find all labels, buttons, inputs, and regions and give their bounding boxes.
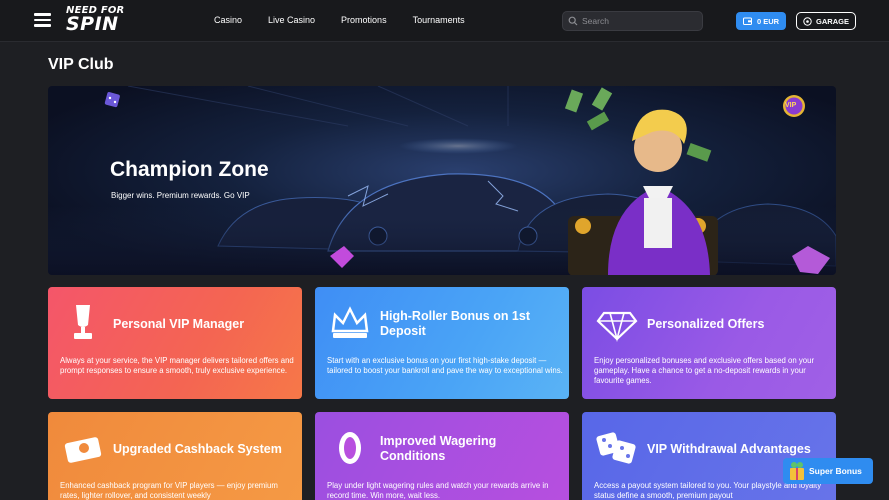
main-nav: Casino Live Casino Promotions Tournament… [214, 15, 465, 25]
card-title: Upgraded Cashback System [113, 442, 282, 456]
nav-casino[interactable]: Casino [214, 15, 242, 25]
banner-subtitle: Bigger wins. Premium rewards. Go VIP [111, 191, 250, 200]
nav-tournaments[interactable]: Tournaments [413, 15, 465, 25]
card-description: Start with an exclusive bonus on your fi… [327, 356, 563, 375]
super-bonus-label: Super Bonus [809, 466, 862, 476]
gift-icon [790, 462, 804, 480]
card-description: Enhanced cashback program for VIP player… [60, 481, 278, 500]
card-title: VIP Withdrawal Advantages [647, 442, 811, 456]
crown-icon [331, 306, 369, 338]
wallet-icon [742, 17, 752, 25]
search-icon [568, 16, 578, 26]
card-title: High-Roller Bonus on 1st Deposit [380, 309, 530, 338]
top-header: NEED FOR SPIN Casino Live Casino Promoti… [0, 0, 889, 42]
garage-icon [803, 16, 812, 26]
banner-title: Champion Zone [110, 158, 269, 181]
card-personalized-offers[interactable]: Personalized Offers Enjoy personalized b… [582, 287, 836, 399]
card-title: Improved Wagering Conditions [380, 434, 497, 463]
search-box[interactable] [562, 11, 703, 31]
hero-banner: VIP Champion Zone Bigger wins. Premium r… [48, 86, 836, 275]
logo[interactable]: NEED FOR SPIN [66, 6, 140, 36]
card-description: Play under light wagering rules and watc… [327, 481, 549, 500]
vip-badge-label: VIP [785, 102, 797, 109]
balance-button[interactable]: 0 EUR [736, 12, 786, 30]
garage-label: GARAGE [816, 16, 849, 26]
nav-promotions[interactable]: Promotions [341, 15, 387, 25]
card-description: Always at your service, the VIP manager … [60, 356, 294, 375]
card-description: Enjoy personalized bonuses and exclusive… [594, 356, 815, 385]
cashback-icon [64, 437, 102, 463]
card-high-roller-bonus[interactable]: High-Roller Bonus on 1st Deposit Start w… [315, 287, 569, 399]
logo-line2: SPIN [66, 13, 119, 35]
card-upgraded-cashback[interactable]: Upgraded Cashback System Enhanced cashba… [48, 412, 302, 500]
coin-icon [339, 432, 361, 464]
card-title: Personalized Offers [647, 317, 765, 331]
card-improved-wagering[interactable]: Improved Wagering Conditions Play under … [315, 412, 569, 500]
menu-icon[interactable] [34, 13, 51, 27]
balance-amount: 0 EUR [756, 16, 780, 26]
card-personal-vip-manager[interactable]: Personal VIP Manager Always at your serv… [48, 287, 302, 399]
trophy-icon [74, 305, 92, 339]
champion-character [564, 87, 718, 275]
page-title: VIP Club [48, 56, 114, 73]
card-title: Personal VIP Manager [113, 317, 245, 331]
garage-button[interactable]: GARAGE [796, 12, 856, 30]
search-input[interactable] [582, 16, 692, 26]
nav-live-casino[interactable]: Live Casino [268, 15, 315, 25]
dice-icon [596, 432, 636, 464]
diamond-icon [596, 311, 638, 343]
super-bonus-button[interactable]: Super Bonus [783, 458, 873, 484]
card-vip-withdrawal[interactable]: VIP Withdrawal Advantages Access a payou… [582, 412, 836, 500]
